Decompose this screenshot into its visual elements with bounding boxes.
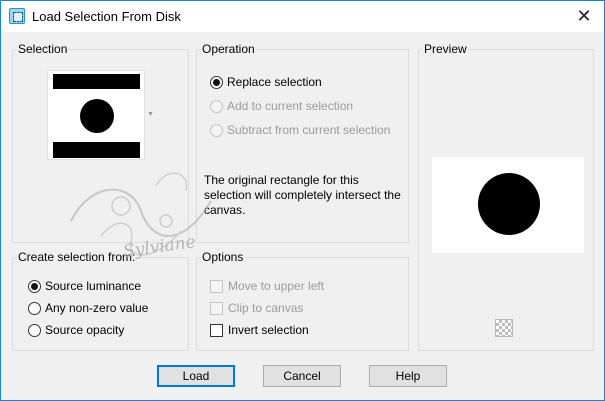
selection-group-label: Selection [17,42,69,56]
move-to-upper-left-label: Move to upper left [228,279,325,293]
cancel-button[interactable]: Cancel [263,365,341,387]
subtract-from-selection-radio[interactable]: Subtract from current selection [210,122,390,138]
source-opacity-label: Source opacity [45,323,125,337]
radio-indicator [28,301,41,315]
radio-indicator [28,323,41,337]
window-title: Load Selection From Disk [32,9,181,24]
replace-selection-label: Replace selection [227,75,322,89]
source-opacity-radio[interactable]: Source opacity [28,322,124,338]
checkbox-indicator [210,323,223,337]
radio-indicator [210,99,223,113]
load-button[interactable]: Load [157,365,235,387]
selection-thumbnail[interactable] [47,70,145,160]
radio-indicator [210,123,223,137]
radio-indicator [28,279,41,293]
preview-canvas [432,157,584,253]
preview-group: Preview [418,42,594,351]
invert-selection-label: Invert selection [228,323,309,337]
load-selection-dialog: Load Selection From Disk ✕ Selection ▼ O… [0,0,605,401]
any-non-zero-value-radio[interactable]: Any non-zero value [28,300,148,316]
checkbox-indicator [210,279,223,293]
title-bar: Load Selection From Disk ✕ [1,1,604,32]
add-to-selection-label: Add to current selection [227,99,354,113]
clip-to-canvas-checkbox[interactable]: Clip to canvas [210,300,303,316]
checkbox-indicator [210,301,223,315]
selection-thumbnail-image [53,74,140,158]
selection-icon [9,8,25,24]
invert-selection-checkbox[interactable]: Invert selection [210,322,309,338]
source-luminance-radio[interactable]: Source luminance [28,278,141,294]
close-button[interactable]: ✕ [564,1,604,32]
operation-group-label: Operation [201,42,256,56]
checkerboard-icon[interactable] [495,319,513,337]
any-non-zero-value-label: Any non-zero value [45,301,149,315]
clip-to-canvas-label: Clip to canvas [228,301,304,315]
help-button[interactable]: Help [369,365,447,387]
thumbnail-dropdown-arrow[interactable]: ▼ [147,111,154,118]
move-to-upper-left-checkbox[interactable]: Move to upper left [210,278,324,294]
radio-indicator [210,75,223,89]
preview-group-label: Preview [423,42,468,56]
preview-image [478,173,540,235]
subtract-from-selection-label: Subtract from current selection [227,123,391,137]
source-luminance-label: Source luminance [45,279,142,293]
replace-selection-radio[interactable]: Replace selection [210,74,322,90]
add-to-selection-radio[interactable]: Add to current selection [210,98,353,114]
